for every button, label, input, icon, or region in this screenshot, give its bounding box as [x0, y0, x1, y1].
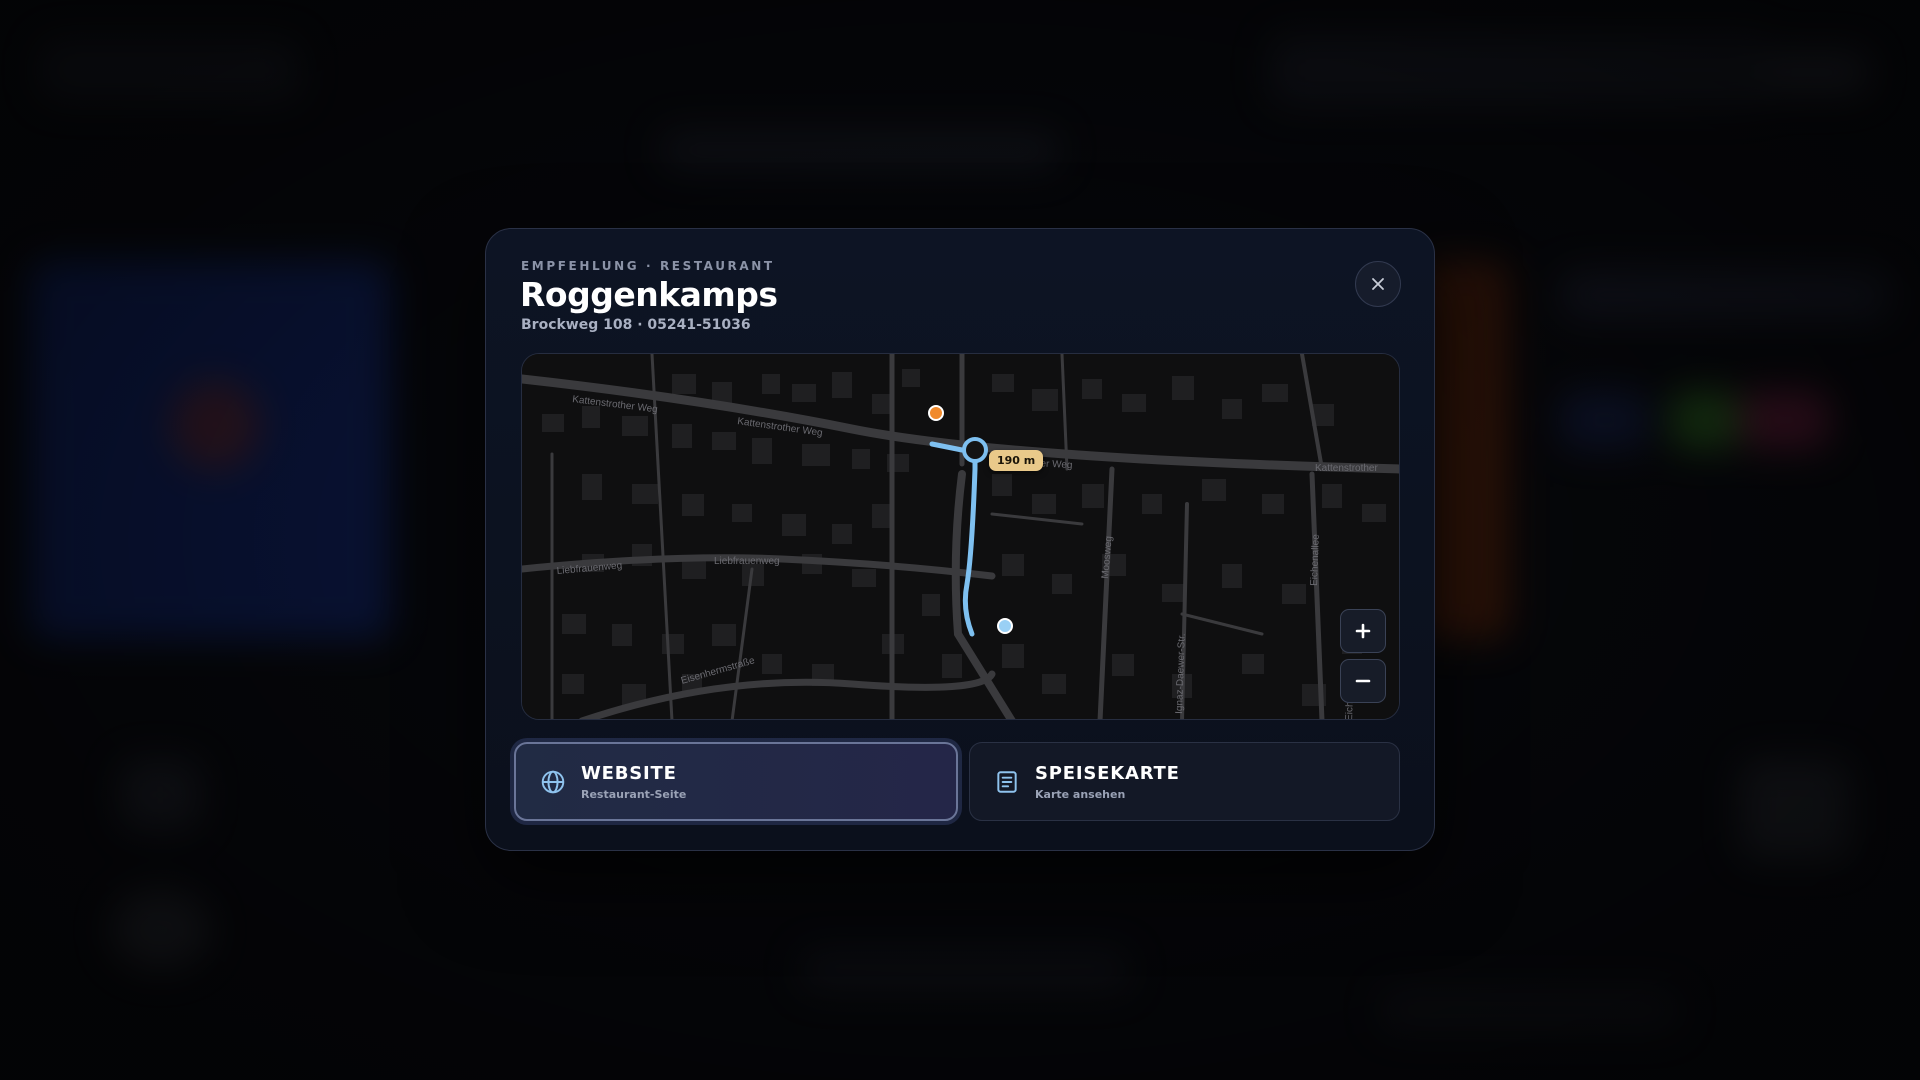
menu-button-label: SPEISEKARTE: [1035, 762, 1180, 784]
street-label: Kattenstrother: [1315, 463, 1378, 474]
website-button-sublabel: Restaurant-Seite: [581, 787, 687, 801]
menu-button[interactable]: SPEISEKARTE Karte ansehen: [969, 742, 1400, 821]
minus-icon: [1355, 679, 1371, 683]
restaurant-recommendation-dialog: EMPFEHLUNG · RESTAURANT Roggenkamps Broc…: [485, 228, 1435, 851]
route-start-ring: [962, 437, 988, 463]
map-canvas: Kattenstrother Weg Kattenstrother Weg th…: [522, 354, 1399, 720]
restaurant-marker: [928, 405, 944, 421]
menu-button-sublabel: Karte ansehen: [1035, 787, 1126, 801]
user-location-marker: [997, 618, 1013, 634]
plus-icon: [1355, 623, 1371, 639]
website-button[interactable]: WEBSITE Restaurant-Seite: [514, 742, 958, 821]
website-button-label: WEBSITE: [581, 762, 677, 784]
restaurant-address-phone: Brockweg 108 · 05241-51036: [521, 317, 751, 333]
street-label: Liebfrauenweg: [714, 556, 780, 567]
zoom-out-button[interactable]: [1340, 659, 1386, 703]
document-icon: [997, 770, 1017, 793]
route-map[interactable]: Kattenstrother Weg Kattenstrother Weg th…: [521, 353, 1400, 720]
street-label: Eich: [1344, 701, 1356, 720]
globe-icon: [541, 770, 565, 793]
street-label: Eichenallee: [1309, 534, 1322, 586]
close-icon: [1372, 278, 1384, 290]
close-button[interactable]: [1355, 261, 1401, 307]
restaurant-name: Roggenkamps: [520, 275, 778, 314]
distance-badge: 190 m: [989, 450, 1044, 471]
dialog-eyebrow: EMPFEHLUNG · RESTAURANT: [521, 259, 775, 273]
zoom-in-button[interactable]: [1340, 609, 1386, 653]
